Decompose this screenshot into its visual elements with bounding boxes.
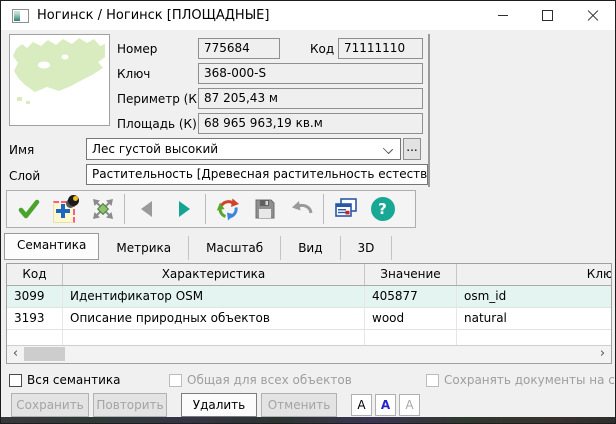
table-row[interactable]: 3193 Описание природных объектов wood na… [7, 308, 612, 330]
toolbar-separator [124, 194, 125, 224]
name-more-button[interactable]: ... [403, 138, 421, 160]
panel-splitter[interactable] [428, 34, 430, 187]
cell-key: osm_id [457, 286, 612, 307]
column-header-value[interactable]: Значение [365, 264, 457, 285]
scroll-left-icon[interactable]: ‹ [7, 346, 24, 362]
repeat-button: Повторить [93, 393, 167, 417]
toolbar-separator [205, 194, 206, 224]
number-field: 775684 [198, 38, 280, 59]
number-label: Номер [117, 39, 157, 59]
checkbox-label: Вся семантика [27, 373, 121, 387]
create-search-object-icon [52, 196, 79, 223]
name-value: Лес густой высокий [92, 142, 218, 156]
key-label: Ключ [117, 64, 150, 84]
minimize-icon [498, 15, 508, 16]
horizontal-scrollbar[interactable]: ‹ › [7, 345, 611, 363]
cell-value: 405877 [365, 286, 457, 307]
refresh-button[interactable] [209, 193, 246, 225]
cell-characteristic: Идентификатор OSM [63, 286, 365, 307]
cell-value: wood [365, 308, 457, 329]
save-button[interactable] [246, 193, 283, 225]
column-header-code[interactable]: Код [7, 264, 63, 285]
cell-code: 3099 [7, 286, 63, 307]
layer-field[interactable]: Растительность [Древесная растительность… [86, 164, 428, 185]
next-object-icon [172, 197, 196, 221]
area-field: 68 965 963,19 кв.м [198, 113, 423, 134]
fit-extent-button[interactable] [84, 193, 121, 225]
previous-object-button[interactable] [128, 193, 165, 225]
scroll-right-icon[interactable]: › [594, 346, 611, 362]
refresh-icon [215, 196, 241, 222]
font-medium-button[interactable]: A [375, 394, 396, 416]
column-header-key[interactable]: Ключ [457, 264, 612, 285]
app-icon [12, 9, 29, 23]
checkbox-save-documents: Сохранять документы на сер [426, 372, 616, 388]
toolbar-separator [323, 194, 324, 224]
cell-characteristic: Описание природных объектов [63, 308, 365, 329]
checkbox-icon [169, 374, 182, 387]
chevron-down-icon [383, 144, 393, 154]
previous-object-icon [135, 197, 159, 221]
perimeter-label: Периметр (К) [117, 89, 202, 109]
help-button[interactable]: ? [364, 193, 401, 225]
tab-scale[interactable]: Масштаб [189, 236, 281, 260]
checkbox-icon [9, 374, 22, 387]
checkbox-all-semantics[interactable]: Вся семантика [9, 372, 121, 388]
save-semantics-button: Сохранить [11, 393, 89, 417]
font-large-button: A [399, 394, 420, 416]
column-header-characteristic[interactable]: Характеристика [63, 264, 365, 285]
preview-polygon [10, 35, 107, 123]
fit-extent-icon [90, 196, 116, 222]
window-controls [480, 1, 615, 30]
undo-button[interactable] [283, 193, 320, 225]
undo-icon [289, 196, 315, 222]
create-search-object-button[interactable] [47, 193, 84, 225]
object-preview [9, 34, 110, 126]
report-icon [333, 196, 359, 222]
code-field: 71111110 [338, 38, 423, 59]
tab-metrics[interactable]: Метрика [99, 236, 189, 260]
titlebar: Ногинск / Ногинск [ПЛОЩАДНЫЕ] [1, 1, 615, 30]
checkbox-common-for-all: Общая для всех объектов [169, 372, 352, 388]
checkbox-label: Сохранять документы на сер [444, 373, 616, 387]
object-properties-dialog: Ногинск / Ногинск [ПЛОЩАДНЫЕ] Номер 7756… [0, 0, 616, 424]
name-combobox[interactable]: Лес густой высокий [86, 138, 401, 160]
close-button[interactable] [570, 1, 615, 30]
delete-button[interactable]: Удалить [181, 393, 257, 417]
accept-button[interactable] [10, 193, 47, 225]
checkbox-label: Общая для всех объектов [187, 373, 352, 387]
maximize-button[interactable] [525, 1, 570, 30]
font-small-button[interactable]: A [351, 394, 372, 416]
minimize-button[interactable] [480, 1, 525, 30]
checkbox-icon [426, 374, 439, 387]
perimeter-field: 87 205,43 м [198, 88, 423, 109]
scrollbar-thumb[interactable] [24, 347, 65, 361]
background-app-strip [1, 417, 615, 423]
report-button[interactable] [327, 193, 364, 225]
cell-key: natural [457, 308, 612, 329]
save-icon [252, 196, 278, 222]
tab-bar: Семантика Метрика Масштаб Вид 3D [4, 234, 392, 260]
tab-view[interactable]: Вид [281, 236, 340, 260]
window-title: Ногинск / Ногинск [ПЛОЩАДНЫЕ] [37, 8, 269, 23]
accept-icon [16, 196, 42, 222]
close-icon [587, 10, 599, 22]
name-label: Имя [9, 140, 34, 160]
tab-3d[interactable]: 3D [341, 236, 393, 260]
key-field: 368-000-S [198, 63, 423, 84]
layer-label: Слой [9, 166, 40, 186]
cancel-button: Отменить [261, 393, 337, 417]
semantics-table: Код Характеристика Значение Ключ 3099 Ид… [6, 263, 612, 364]
code-label: Код [310, 39, 334, 59]
maximize-icon [542, 10, 553, 21]
tab-semantics[interactable]: Семантика [4, 233, 99, 260]
cell-code: 3193 [7, 308, 63, 329]
toolbar: ? [6, 190, 416, 228]
area-label: Площадь (К) [117, 114, 197, 134]
next-object-button[interactable] [165, 193, 202, 225]
table-row[interactable]: 3099 Идентификатор OSM 405877 osm_id [7, 286, 612, 308]
table-header: Код Характеристика Значение Ключ [7, 264, 612, 286]
help-icon: ? [371, 197, 395, 221]
